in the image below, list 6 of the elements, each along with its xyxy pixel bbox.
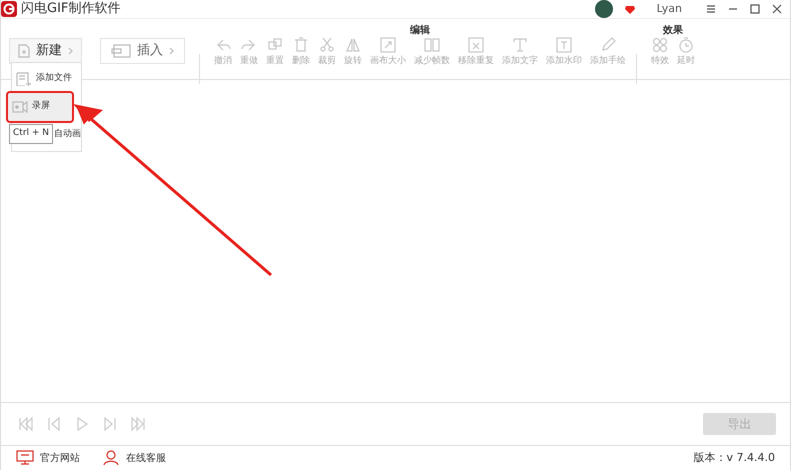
group-label: 效果 [663, 24, 683, 37]
shortcut-tooltip: Ctrl + N [9, 124, 54, 144]
group-label: 编辑 [410, 24, 430, 37]
window-title: 闪电GIF制作软件 [21, 0, 120, 18]
user-name: Lyan [656, 0, 682, 17]
version-text: 版本：v 7.4.4.0 [694, 450, 775, 466]
